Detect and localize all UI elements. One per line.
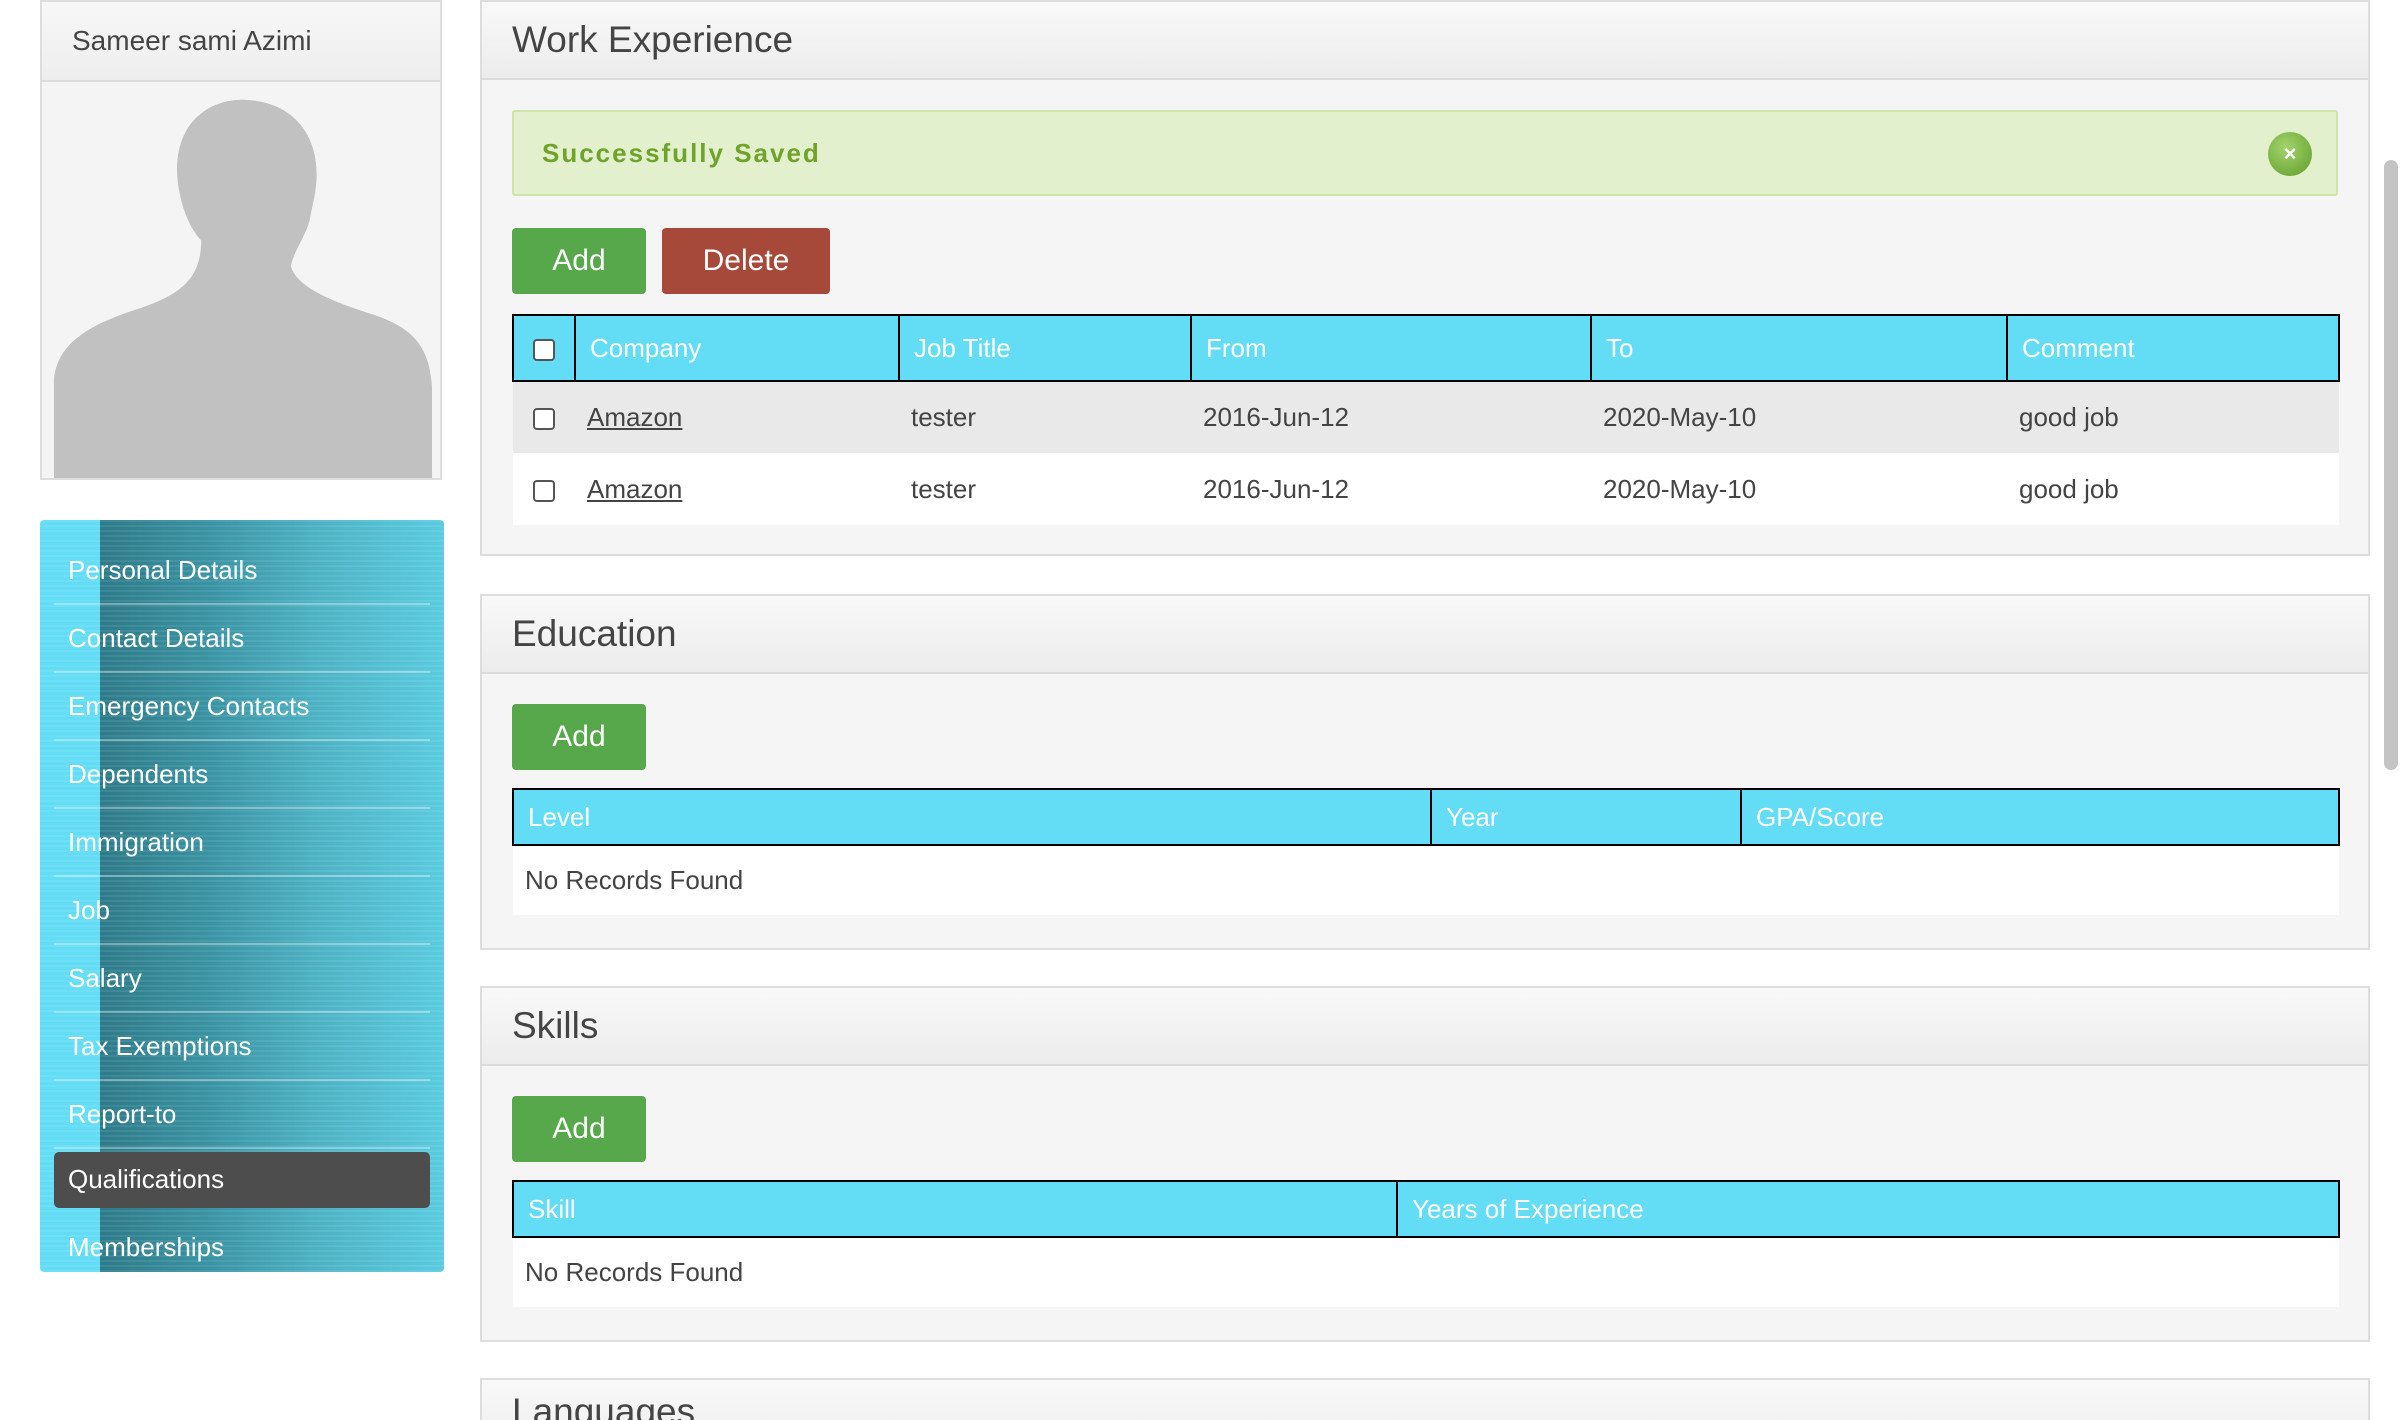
sidebar-item-job[interactable]: Job — [54, 879, 430, 945]
education-title: Education — [482, 596, 2368, 674]
table-row: Amazon tester 2016-Jun-12 2020-May-10 go… — [513, 381, 2339, 453]
sidebar-item-immigration[interactable]: Immigration — [54, 811, 430, 877]
languages-title: Languages — [482, 1380, 2368, 1420]
column-header-from[interactable]: From — [1190, 314, 1592, 382]
job-title-cell: tester — [899, 381, 1191, 453]
row-checkbox[interactable] — [533, 479, 555, 502]
add-work-experience-button[interactable]: Add — [512, 228, 646, 294]
row-select-cell — [513, 453, 575, 525]
skills-title: Skills — [482, 988, 2368, 1066]
empty-row: No Records Found — [513, 1237, 2339, 1307]
company-cell: Amazon — [575, 381, 899, 453]
sidebar-item-dependents[interactable]: Dependents — [54, 743, 430, 809]
from-cell: 2016-Jun-12 — [1191, 381, 1591, 453]
row-checkbox[interactable] — [533, 408, 555, 431]
from-cell: 2016-Jun-12 — [1191, 453, 1591, 525]
row-select-cell — [513, 381, 575, 453]
table-header-row: Skill Years of Experience — [512, 1180, 2340, 1238]
close-icon[interactable]: × — [2268, 132, 2312, 176]
sidebar-item-contact-details[interactable]: Contact Details — [54, 607, 430, 673]
column-header-gpa-score[interactable]: GPA/Score — [1740, 788, 2340, 846]
column-header-company[interactable]: Company — [574, 314, 900, 382]
skills-table: Skill Years of Experience No Records Fou… — [512, 1180, 2340, 1307]
to-cell: 2020-May-10 — [1591, 381, 2007, 453]
table-header-row: Level Year GPA/Score — [512, 788, 2340, 846]
work-experience-panel: Work Experience Successfully Saved × Add… — [480, 0, 2370, 556]
sidebar-item-personal-details[interactable]: Personal Details — [54, 539, 430, 605]
table-header-row: Company Job Title From To Comment — [512, 314, 2340, 382]
work-experience-title: Work Experience — [482, 2, 2368, 80]
sidebar-item-emergency-contacts[interactable]: Emergency Contacts — [54, 675, 430, 741]
column-header-comment[interactable]: Comment — [2006, 314, 2340, 382]
column-header-to[interactable]: To — [1590, 314, 2008, 382]
column-header-job-title[interactable]: Job Title — [898, 314, 1192, 382]
profile-photo[interactable] — [42, 82, 440, 478]
no-records-text: No Records Found — [513, 1237, 2339, 1307]
education-panel: Education Add Level Year GPA/Score No Re… — [480, 594, 2370, 950]
sidebar-item-qualifications[interactable]: Qualifications — [54, 1152, 430, 1208]
add-skill-button[interactable]: Add — [512, 1096, 646, 1162]
empty-row: No Records Found — [513, 845, 2339, 915]
comment-cell: good job — [2007, 453, 2339, 525]
table-row: Amazon tester 2016-Jun-12 2020-May-10 go… — [513, 453, 2339, 525]
success-alert: Successfully Saved × — [512, 110, 2338, 196]
column-header-level[interactable]: Level — [512, 788, 1432, 846]
column-header-years-of-experience[interactable]: Years of Experience — [1396, 1180, 2340, 1238]
column-header-skill[interactable]: Skill — [512, 1180, 1398, 1238]
delete-work-experience-button[interactable]: Delete — [662, 228, 830, 294]
select-all-checkbox[interactable] — [533, 338, 555, 361]
column-header-year[interactable]: Year — [1430, 788, 1742, 846]
success-message: Successfully Saved — [542, 138, 821, 168]
page-scrollbar[interactable] — [2384, 160, 2398, 770]
languages-panel: Languages — [480, 1378, 2370, 1420]
sidebar-item-report-to[interactable]: Report-to — [54, 1083, 430, 1149]
comment-cell: good job — [2007, 381, 2339, 453]
no-records-text: No Records Found — [513, 845, 2339, 915]
avatar-silhouette-icon — [53, 99, 433, 478]
add-education-button[interactable]: Add — [512, 704, 646, 770]
company-cell: Amazon — [575, 453, 899, 525]
sidebar-item-memberships[interactable]: Memberships — [54, 1216, 430, 1282]
profile-card: Sameer sami Azimi — [40, 0, 442, 480]
sidebar-item-tax-exemptions[interactable]: Tax Exemptions — [54, 1015, 430, 1081]
education-table: Level Year GPA/Score No Records Found — [512, 788, 2340, 915]
profile-name: Sameer sami Azimi — [42, 2, 440, 82]
select-all-cell — [512, 314, 576, 382]
job-title-cell: tester — [899, 453, 1191, 525]
company-link[interactable]: Amazon — [587, 474, 682, 504]
to-cell: 2020-May-10 — [1591, 453, 2007, 525]
sidebar-item-salary[interactable]: Salary — [54, 947, 430, 1013]
company-link[interactable]: Amazon — [587, 402, 682, 432]
skills-panel: Skills Add Skill Years of Experience No … — [480, 986, 2370, 1342]
work-experience-table: Company Job Title From To Comment Amazon… — [512, 314, 2340, 525]
sidebar-menu: Personal Details Contact Details Emergen… — [40, 520, 444, 1282]
